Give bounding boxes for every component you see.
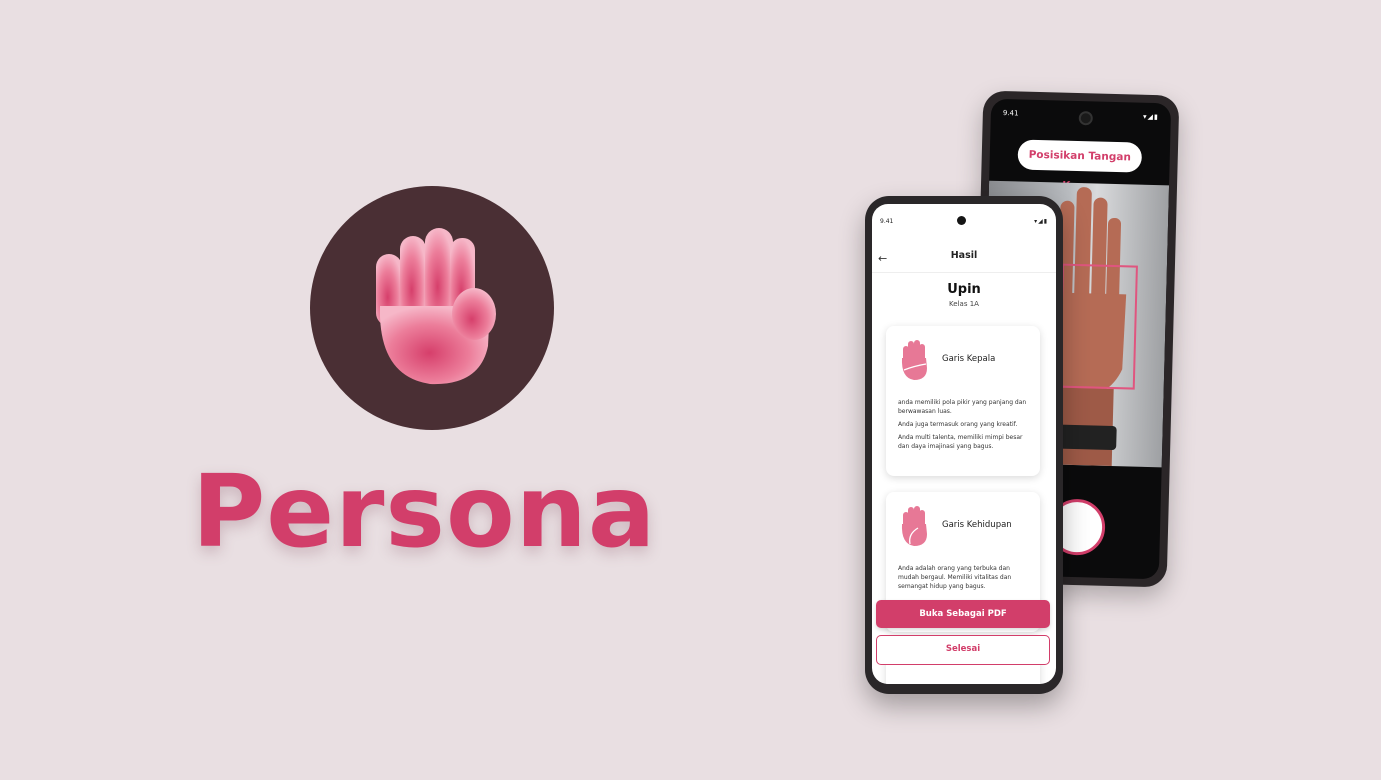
card-paragraph: Anda adalah orang yang terbuka dan mudah… (898, 565, 1012, 590)
status-time: 9.41 (1002, 109, 1019, 118)
card-paragraph: Anda juga termasuk orang yang kreatif. (898, 421, 1018, 428)
page-title: Hasil (950, 250, 978, 261)
student-name: Upin (947, 282, 981, 297)
card-paragraph: Anda multi talenta, memiliki mimpi besar… (898, 434, 1023, 450)
hand-icon (376, 228, 496, 385)
status-icons: ▾◢▮ (1142, 112, 1159, 122)
palm-head-line-icon (901, 340, 927, 380)
phone-result-mockup: 9.41 ▾◢▮ ← Hasil Upin Kelas 1A Garis Kep… (865, 196, 1063, 694)
result-screen: 9.41 ▾◢▮ ← Hasil Upin Kelas 1A Garis Kep… (872, 204, 1056, 684)
card-description: anda memiliki pola pikir yang panjang da… (898, 398, 1030, 455)
open-pdf-button[interactable]: Buka Sebagai PDF (876, 600, 1050, 628)
card-title: Garis Kepala (942, 354, 996, 364)
palm-life-line-icon (901, 506, 927, 546)
instruction-pill: Posisikan Tangan Kamu (1017, 139, 1143, 192)
status-icons: ▾◢▮ (1034, 218, 1048, 225)
status-time: 9.41 (880, 218, 894, 225)
done-button[interactable]: Selesai (876, 635, 1050, 665)
app-bar: ← Hasil (872, 242, 1056, 273)
student-class: Kelas 1A (949, 300, 979, 308)
brand-title: Persona (192, 453, 657, 570)
card-title: Garis Kehidupan (942, 520, 1012, 530)
card-description: Anda adalah orang yang terbuka dan mudah… (898, 564, 1030, 595)
app-logo (310, 186, 554, 430)
result-card: Garis Kepala anda memiliki pola pikir ya… (886, 326, 1040, 476)
front-camera-icon (957, 216, 966, 225)
card-paragraph: anda memiliki pola pikir yang panjang da… (898, 399, 1027, 415)
